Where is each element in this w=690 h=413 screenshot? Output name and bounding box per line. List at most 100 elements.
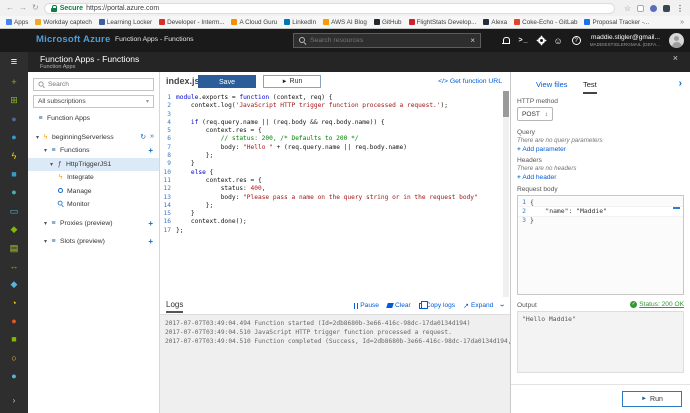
scrollbar-thumb[interactable] bbox=[503, 91, 509, 117]
cloud-shell-icon[interactable]: >_ bbox=[519, 37, 529, 44]
get-function-url-link[interactable]: </> Get function URL bbox=[438, 78, 502, 85]
tree-item-integrate[interactable]: ϟ Integrate bbox=[28, 171, 159, 185]
bookmark-item[interactable]: Alexa bbox=[483, 19, 507, 26]
advisor-icon[interactable]: ● bbox=[0, 312, 28, 330]
feedback-smiley-icon[interactable]: ☺ bbox=[554, 36, 563, 46]
avatar[interactable] bbox=[669, 33, 684, 48]
notifications-bell-icon[interactable] bbox=[501, 36, 510, 45]
sql-databases-icon[interactable]: ■ bbox=[0, 165, 28, 183]
hamburger-menu-icon[interactable]: ≡ bbox=[0, 52, 28, 73]
blade-close-icon[interactable]: × bbox=[673, 53, 678, 63]
security-center-icon[interactable]: ■ bbox=[0, 330, 28, 348]
help-support-icon[interactable]: ● bbox=[0, 367, 28, 385]
line-number: 1 bbox=[167, 94, 171, 101]
azure-brand[interactable]: Microsoft Azure bbox=[36, 34, 110, 45]
cost-management-icon[interactable]: ○ bbox=[0, 349, 28, 367]
tree-item-proxies[interactable]: ▾ ≡ Proxies (preview) + bbox=[28, 217, 159, 231]
new-resource-icon[interactable]: + bbox=[0, 73, 28, 91]
nav-search-input[interactable] bbox=[48, 81, 149, 88]
line-number: 11 bbox=[163, 176, 171, 184]
all-resources-icon[interactable]: ● bbox=[0, 110, 28, 128]
bookmark-item[interactable]: GitHub bbox=[373, 19, 402, 26]
expand-double-chevron-icon[interactable]: » bbox=[150, 133, 154, 141]
function-tree: ≡ Function Apps ▾ ϟ beginningServerless … bbox=[28, 112, 159, 249]
bookmark-item[interactable]: A Cloud Guru bbox=[231, 19, 277, 26]
tree-item-httptrigger[interactable]: ▾ ƒ HttpTriggerJS1 bbox=[28, 157, 159, 171]
logs-tab[interactable]: Logs bbox=[166, 300, 184, 313]
bookmark-item[interactable]: Coke-Echo - GitLab bbox=[514, 19, 577, 26]
add-proxy-button[interactable]: + bbox=[148, 219, 153, 228]
pause-button[interactable]: Pause bbox=[354, 302, 379, 309]
page-title: Function Apps - Functions bbox=[40, 54, 140, 64]
add-function-button[interactable]: + bbox=[148, 146, 153, 155]
resource-groups-icon[interactable]: ● bbox=[0, 128, 28, 146]
address-bar[interactable]: Secure https://portal.azure.com bbox=[43, 2, 615, 14]
expander-caret-icon[interactable]: ▾ bbox=[34, 134, 41, 141]
bookmark-item[interactable]: AWS AI Blog bbox=[323, 19, 367, 26]
bookmark-item[interactable]: LinkedIn bbox=[284, 19, 316, 26]
browser-forward-icon[interactable]: → bbox=[19, 4, 27, 12]
bookmarks-overflow-icon[interactable]: » bbox=[680, 19, 684, 26]
add-header-link[interactable]: + Add header bbox=[517, 174, 556, 181]
tab-test[interactable]: Test bbox=[583, 80, 597, 94]
subscription-dropdown[interactable]: All subscriptions ▾ bbox=[33, 95, 154, 108]
tree-item-functions[interactable]: ▾ ≡ Functions + bbox=[28, 144, 159, 158]
test-run-button[interactable]: ► Run bbox=[622, 391, 682, 407]
extension-icon[interactable] bbox=[637, 4, 644, 12]
virtual-networks-icon[interactable]: ↔ bbox=[0, 257, 28, 275]
browser-menu-icon[interactable]: ⋮ bbox=[676, 4, 684, 13]
expand-button[interactable]: ↗ Expand bbox=[463, 302, 493, 310]
tree-item-manage[interactable]: Manage bbox=[28, 185, 159, 199]
expander-caret-icon[interactable]: ▾ bbox=[48, 161, 55, 168]
bookmark-item[interactable]: Workday captech bbox=[35, 19, 92, 26]
function-apps-icon[interactable]: ϟ bbox=[0, 147, 28, 165]
tree-item-monitor[interactable]: Monitor bbox=[28, 198, 159, 212]
extension-icon[interactable] bbox=[650, 4, 657, 12]
clear-button[interactable]: Clear bbox=[386, 302, 411, 309]
tab-view-files[interactable]: View files bbox=[536, 80, 568, 89]
expander-caret-icon[interactable]: ▾ bbox=[42, 147, 49, 154]
cosmos-db-icon[interactable]: ● bbox=[0, 183, 28, 201]
http-method-dropdown[interactable]: POST ↕ bbox=[517, 107, 553, 121]
bookmark-favicon bbox=[284, 19, 291, 25]
resource-search-box[interactable]: × bbox=[293, 33, 481, 48]
account-info[interactable]: maddie.stigler@gmail... MADDIESTIGLERGMA… bbox=[590, 34, 660, 47]
bookmark-item[interactable]: Proposal Tracker -... bbox=[584, 19, 649, 26]
tree-item-slots[interactable]: ▾ ≡ Slots (preview) + bbox=[28, 235, 159, 249]
expander-caret-icon[interactable]: ▾ bbox=[42, 238, 49, 245]
bookmark-item[interactable]: Developer - Interm... bbox=[159, 19, 224, 26]
load-balancers-icon[interactable]: ◆ bbox=[0, 220, 28, 238]
storage-accounts-icon[interactable]: ▤ bbox=[0, 239, 28, 257]
bookmark-item[interactable]: Apps bbox=[6, 19, 28, 26]
bookmark-item[interactable]: Learning Locker bbox=[98, 19, 152, 26]
settings-gear-icon[interactable] bbox=[537, 37, 545, 44]
nav-search-box[interactable] bbox=[33, 78, 154, 91]
expander-caret-icon[interactable]: ▾ bbox=[42, 220, 49, 227]
code-editor[interactable]: 1 module .exports = function (context, req… bbox=[160, 91, 502, 297]
chevron-down-icon[interactable]: › bbox=[498, 304, 507, 307]
refresh-icon[interactable]: ↻ bbox=[140, 133, 146, 141]
request-body-editor[interactable]: 1{2 "name": "Maddie" 3} bbox=[517, 195, 684, 295]
sidebar-item-function-apps[interactable]: ≡ Function Apps bbox=[28, 112, 159, 126]
panel-collapse-chevron-icon[interactable]: › bbox=[679, 78, 682, 89]
copy-logs-button[interactable]: Copy logs bbox=[418, 301, 455, 309]
resource-search-input[interactable] bbox=[310, 37, 467, 44]
run-button[interactable]: ► Run bbox=[263, 75, 321, 88]
add-parameter-link[interactable]: + Add parameter bbox=[517, 146, 566, 153]
rail-expand-icon[interactable]: › bbox=[0, 392, 28, 410]
save-button[interactable]: Save bbox=[198, 75, 256, 88]
bookmark-star-icon[interactable]: ☆ bbox=[624, 4, 631, 13]
dashboard-icon[interactable]: ⊞ bbox=[0, 91, 28, 109]
browser-back-icon[interactable]: ← bbox=[6, 4, 14, 12]
help-icon[interactable]: ? bbox=[571, 36, 581, 45]
browser-refresh-icon[interactable]: ↻ bbox=[32, 4, 39, 12]
virtual-machines-icon[interactable]: ▭ bbox=[0, 202, 28, 220]
extension-icon[interactable] bbox=[663, 4, 670, 12]
monitor-icon[interactable]: ◔ bbox=[0, 294, 28, 312]
editor-scrollbar[interactable] bbox=[503, 91, 509, 297]
bookmark-item[interactable]: FlightStats Develop... bbox=[408, 19, 476, 26]
search-clear-icon[interactable]: × bbox=[470, 36, 475, 45]
azure-active-directory-icon[interactable]: ◆ bbox=[0, 275, 28, 293]
add-slot-button[interactable]: + bbox=[148, 237, 153, 246]
tree-item-app[interactable]: ▾ ϟ beginningServerless ↻ » bbox=[28, 131, 159, 145]
